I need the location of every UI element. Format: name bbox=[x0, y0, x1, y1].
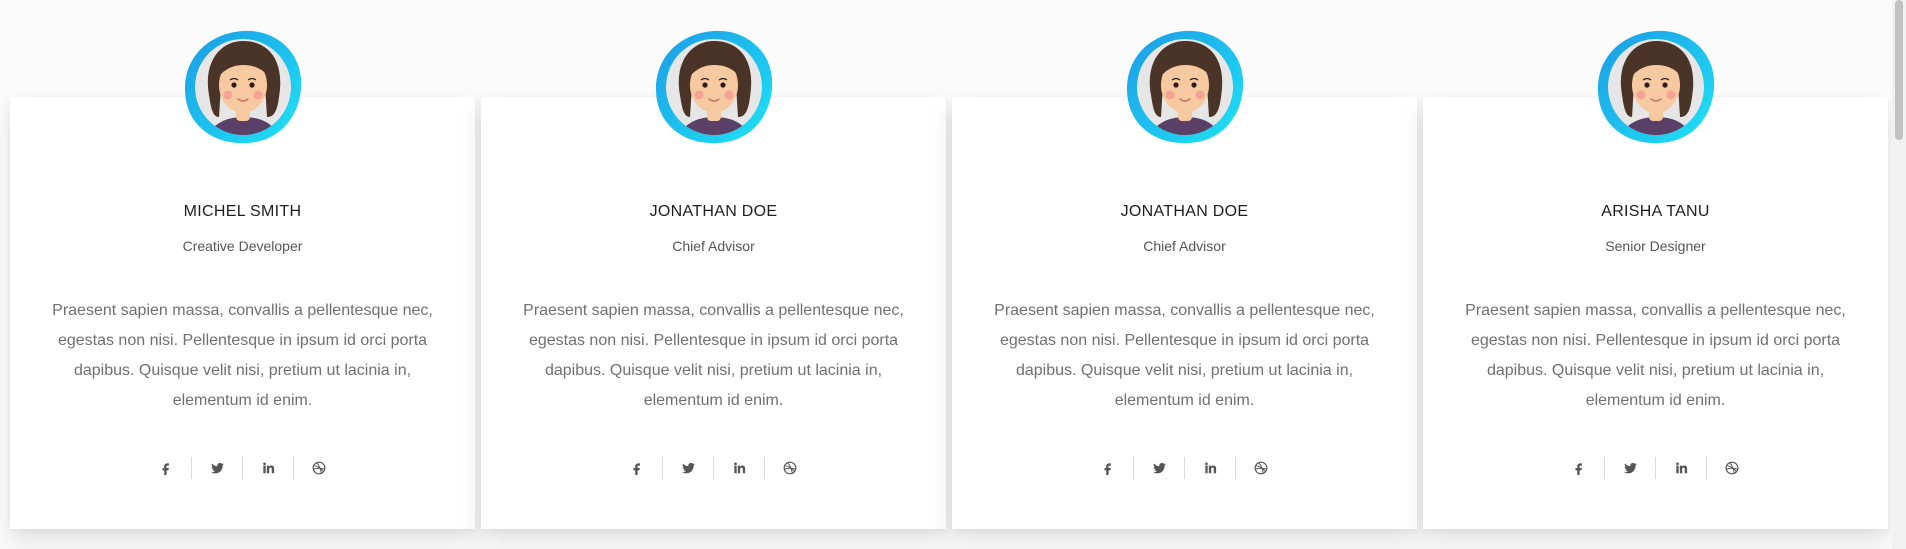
page-scrollbar[interactable] bbox=[1892, 0, 1906, 549]
twitter-icon[interactable] bbox=[663, 456, 713, 480]
social-links bbox=[952, 456, 1417, 480]
member-bio: Praesent sapien massa, convallis a pelle… bbox=[52, 302, 433, 409]
linkedin-icon[interactable] bbox=[243, 456, 293, 480]
member-role: Senior Designer bbox=[1605, 238, 1706, 254]
member-bio: Praesent sapien massa, convallis a pelle… bbox=[994, 302, 1375, 409]
facebook-icon[interactable] bbox=[1554, 456, 1604, 480]
team-card: JONATHAN DOE Chief Advisor Praesent sapi… bbox=[481, 30, 946, 529]
member-name: ARISHA TANU bbox=[1601, 203, 1710, 220]
social-links bbox=[1423, 456, 1888, 480]
linkedin-icon[interactable] bbox=[1185, 456, 1235, 480]
dribbble-icon[interactable] bbox=[294, 456, 344, 480]
twitter-icon[interactable] bbox=[1605, 456, 1655, 480]
team-card: MICHEL SMITH Creative Developer Praesent… bbox=[10, 30, 475, 529]
dribbble-icon[interactable] bbox=[1707, 456, 1757, 480]
facebook-icon[interactable] bbox=[141, 456, 191, 480]
social-links bbox=[10, 456, 475, 480]
twitter-icon[interactable] bbox=[1134, 456, 1184, 480]
member-bio: Praesent sapien massa, convallis a pelle… bbox=[523, 302, 904, 409]
dribbble-icon[interactable] bbox=[1236, 456, 1286, 480]
member-bio: Praesent sapien massa, convallis a pelle… bbox=[1465, 302, 1846, 409]
avatar bbox=[652, 25, 776, 149]
linkedin-icon[interactable] bbox=[714, 456, 764, 480]
member-name: MICHEL SMITH bbox=[183, 203, 302, 220]
social-links bbox=[481, 456, 946, 480]
avatar bbox=[181, 25, 305, 149]
member-role: Chief Advisor bbox=[672, 238, 755, 254]
member-name: JONATHAN DOE bbox=[1120, 203, 1249, 220]
member-role: Chief Advisor bbox=[1143, 238, 1226, 254]
twitter-icon[interactable] bbox=[192, 456, 242, 480]
member-name: JONATHAN DOE bbox=[649, 203, 778, 220]
team-cards: MICHEL SMITH Creative Developer Praesent… bbox=[10, 0, 1890, 549]
team-card: JONATHAN DOE Chief Advisor Praesent sapi… bbox=[952, 30, 1417, 529]
scrollbar-thumb[interactable] bbox=[1895, 0, 1903, 140]
linkedin-icon[interactable] bbox=[1656, 456, 1706, 480]
member-role: Creative Developer bbox=[182, 238, 303, 254]
avatar bbox=[1594, 25, 1718, 149]
dribbble-icon[interactable] bbox=[765, 456, 815, 480]
team-section: MICHEL SMITH Creative Developer Praesent… bbox=[0, 0, 1906, 549]
facebook-icon[interactable] bbox=[612, 456, 662, 480]
facebook-icon[interactable] bbox=[1083, 456, 1133, 480]
team-card: ARISHA TANU Senior Designer Praesent sap… bbox=[1423, 30, 1888, 529]
avatar bbox=[1123, 25, 1247, 149]
